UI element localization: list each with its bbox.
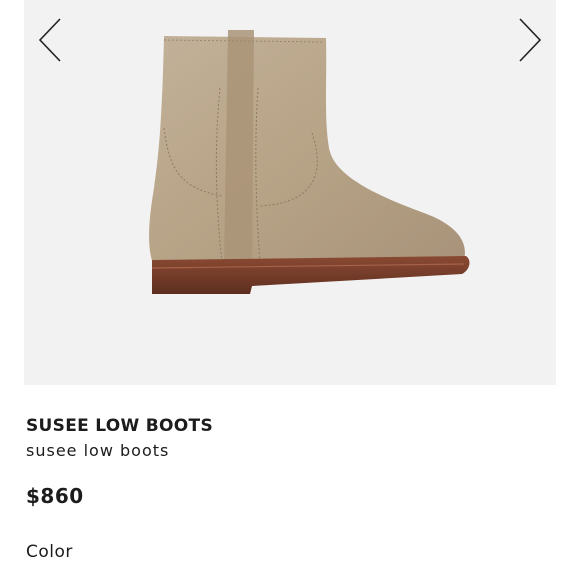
previous-image-button[interactable] xyxy=(30,14,70,66)
chevron-right-icon xyxy=(519,18,542,62)
next-image-button[interactable] xyxy=(510,14,550,66)
product-price: $860 xyxy=(26,484,84,508)
chevron-left-icon xyxy=(38,18,61,62)
product-subtitle: susee low boots xyxy=(26,441,170,460)
product-name: SUSEE LOW BOOTS xyxy=(26,416,213,436)
product-image xyxy=(149,30,470,294)
product-image-gallery[interactable] xyxy=(24,0,556,385)
product-info: SUSEE LOW BOOTS susee low boots $860 Col… xyxy=(26,414,556,562)
color-label: Color xyxy=(26,542,73,562)
